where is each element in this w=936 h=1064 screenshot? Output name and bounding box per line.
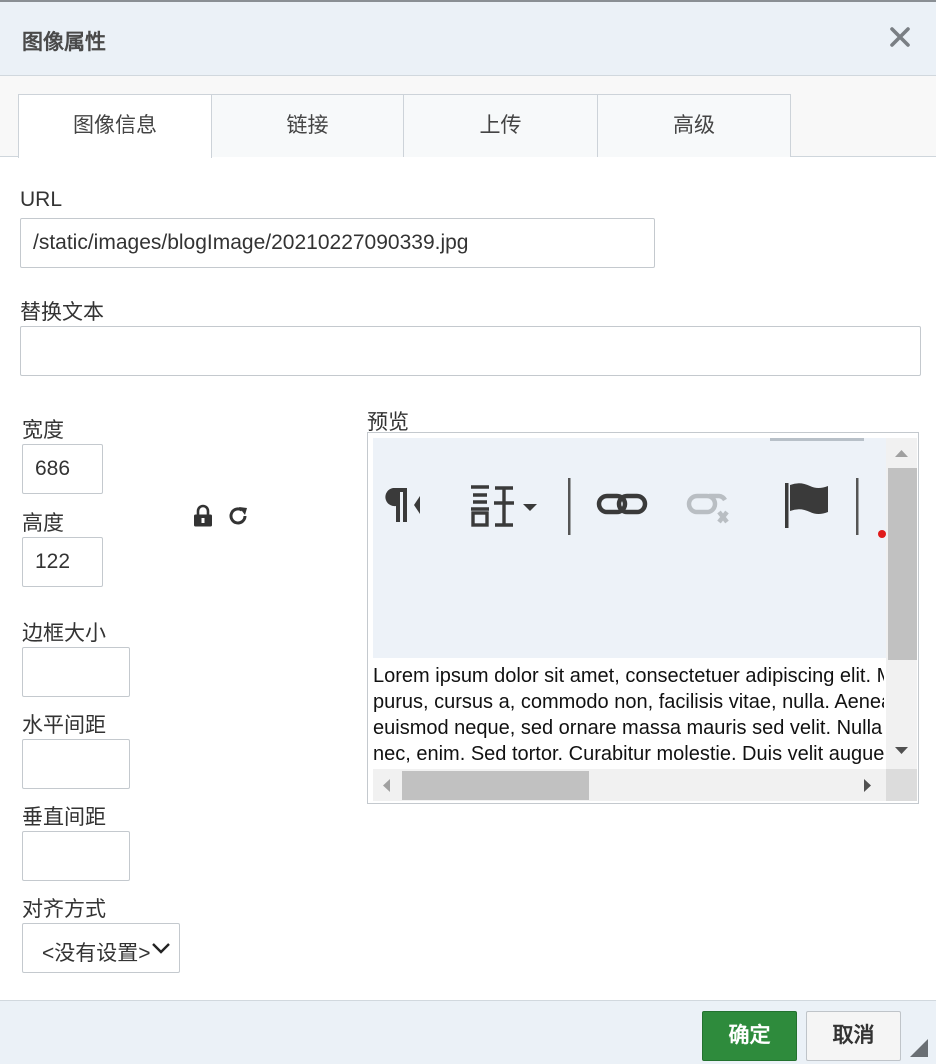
height-label: 高度 — [22, 512, 64, 535]
horizontal-scrollbar[interactable] — [373, 769, 886, 801]
lock-icon — [194, 504, 212, 527]
hspace-label: 水平间距 — [22, 714, 106, 737]
reset-size-button[interactable] — [226, 504, 250, 533]
image-properties-dialog: 图像属性 图像信息 链接 上传 高级 URL 替换文本 宽度 高度 边框大小 水 — [0, 0, 936, 1064]
vertical-scrollbar[interactable] — [886, 438, 917, 769]
dialog-titlebar: 图像属性 — [0, 2, 936, 76]
vertical-scroll-thumb[interactable] — [888, 468, 917, 660]
ok-button[interactable]: 确定 — [702, 1011, 797, 1061]
lock-ratio-button[interactable] — [192, 504, 214, 533]
dialog-title: 图像属性 — [22, 31, 106, 54]
preview-image-graphic — [385, 438, 886, 538]
close-button[interactable] — [888, 24, 912, 50]
cancel-button[interactable]: 取消 — [806, 1011, 901, 1061]
dialog-footer: 确定 取消 — [0, 1000, 936, 1064]
tab-upload[interactable]: 上传 — [403, 94, 598, 157]
close-icon — [890, 27, 910, 47]
reset-size-icon — [229, 507, 247, 525]
scroll-up-icon[interactable] — [894, 448, 909, 458]
tab-advanced[interactable]: 高级 — [597, 94, 791, 157]
resize-grip-icon[interactable] — [908, 1037, 930, 1059]
height-input[interactable] — [22, 537, 103, 587]
scrollbar-corner — [886, 769, 917, 801]
scroll-left-icon[interactable] — [381, 778, 391, 793]
width-label: 宽度 — [22, 419, 64, 442]
alt-text-input[interactable] — [20, 326, 921, 376]
scroll-down-icon[interactable] — [894, 746, 909, 756]
hspace-input[interactable] — [22, 739, 130, 789]
preview-text: Lorem ipsum dolor sit amet, consectetuer… — [373, 663, 884, 769]
tab-bar: 图像信息 链接 上传 高级 — [0, 76, 936, 158]
url-label: URL — [20, 188, 63, 211]
alt-text-label: 替换文本 — [20, 301, 104, 324]
vspace-label: 垂直间距 — [22, 806, 106, 829]
horizontal-scroll-thumb[interactable] — [402, 771, 589, 800]
url-input[interactable] — [20, 218, 655, 268]
scroll-right-icon[interactable] — [863, 778, 873, 793]
tab-link[interactable]: 链接 — [211, 94, 404, 157]
align-select[interactable]: <没有设置> — [22, 923, 180, 973]
border-label: 边框大小 — [22, 622, 106, 645]
preview-text-line: euismod neque, sed ornare massa mauris s… — [373, 717, 884, 739]
preview-text-line: nec, enim. Sed tortor. Curabitur molesti… — [373, 743, 884, 765]
vspace-input[interactable] — [22, 831, 130, 881]
border-input[interactable] — [22, 647, 130, 697]
width-input[interactable] — [22, 444, 103, 494]
preview-image — [373, 438, 886, 658]
chevron-down-icon — [152, 943, 170, 954]
preview-box: Lorem ipsum dolor sit amet, consectetuer… — [367, 432, 919, 804]
preview-text-line: purus, cursus a, commodo non, facilisis … — [373, 691, 884, 713]
align-select-value: <没有设置> — [42, 942, 151, 965]
preview-text-line: Lorem ipsum dolor sit amet, consectetuer… — [373, 665, 884, 687]
tab-image-info[interactable]: 图像信息 — [18, 94, 212, 158]
align-label: 对齐方式 — [22, 898, 106, 921]
